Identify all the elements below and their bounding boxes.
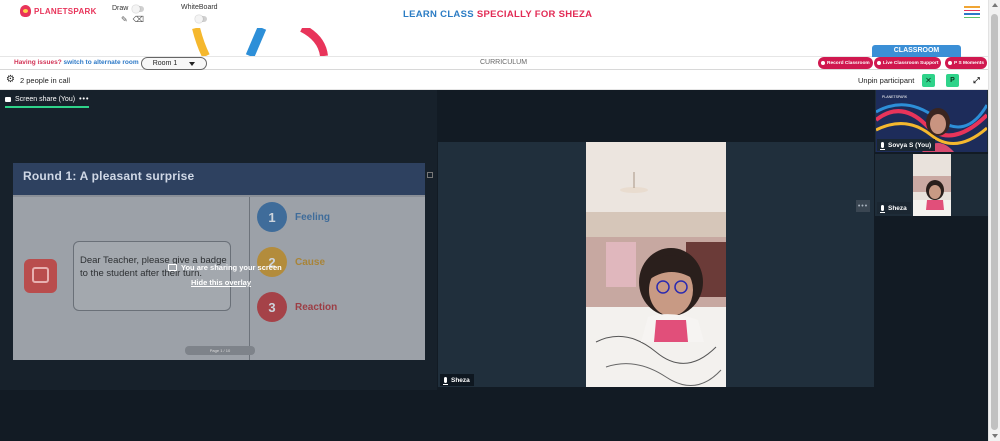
step-label: Reaction [295, 301, 338, 313]
record-icon [821, 61, 825, 65]
call-bar: ⚙ 2 people in call Unpin participant ✕ P… [0, 71, 988, 90]
whiteboard-toggle[interactable] [195, 15, 207, 23]
logo-text: PLANETSPARK [34, 6, 97, 16]
hide-overlay-link[interactable]: Hide this overlay [191, 278, 251, 287]
support-icon [877, 61, 881, 65]
slide-scroll-handle[interactable] [427, 172, 433, 178]
step-feeling: 1 Feeling [257, 201, 407, 233]
page-title-part1: LEARN CLASS [403, 9, 474, 20]
live-support-button[interactable]: Live Classroom Support [874, 57, 942, 69]
record-classroom-button[interactable]: Record Classroom [818, 57, 873, 69]
participant-p-button[interactable]: P [946, 74, 959, 87]
mic-icon [443, 377, 448, 385]
record-classroom-label: Record Classroom [827, 60, 870, 66]
gear-icon[interactable]: ⚙ [6, 75, 15, 85]
curriculum-tab[interactable]: CURRICULUM [480, 59, 527, 66]
participant-name: Sheza [451, 376, 470, 384]
scroll-down-icon[interactable] [992, 434, 998, 438]
step-number: 3 [257, 292, 287, 322]
eraser-icon[interactable]: ⌫ [133, 15, 144, 24]
mic-icon [880, 142, 885, 150]
screen-share-pane: Screen share (You) ••• Round 1: A pleasa… [0, 90, 437, 390]
page-title: LEARN CLASS SPECIALLY FOR SHEZA [403, 9, 592, 20]
ps-moments-label: P S Moments [954, 60, 985, 66]
whiteboard-label: WhiteBoard [181, 4, 218, 11]
mic-icon [880, 205, 885, 213]
page-scrollbar[interactable] [988, 0, 1000, 441]
people-count: 2 people in call [20, 76, 71, 85]
switch-room-link[interactable]: switch to alternate room [64, 59, 139, 66]
classroom-tab[interactable]: CLASSROOM [872, 45, 961, 57]
step-label: Cause [295, 256, 326, 268]
video-stage: Screen share (You) ••• Round 1: A pleasa… [0, 90, 988, 441]
monitor-icon [5, 97, 11, 102]
screen-share-tab[interactable]: Screen share (You) ••• [5, 94, 90, 108]
step-number: 2 [257, 247, 287, 277]
step-cause: 2 Cause [257, 246, 407, 278]
more-options-icon[interactable]: ••• [856, 200, 870, 212]
unpin-participant-label: Unpin participant [858, 76, 915, 85]
slide-title: Round 1: A pleasant surprise [23, 169, 195, 183]
slide-header: Round 1: A pleasant surprise [13, 163, 425, 195]
screen-share-label: Screen share (You) [15, 96, 76, 103]
monitor-icon [168, 264, 177, 271]
scroll-thumb[interactable] [991, 14, 998, 430]
tile-logo-text: PLANETSPARK [882, 95, 908, 99]
draw-toggle[interactable] [132, 4, 145, 13]
issues-text: Having issues? [14, 59, 62, 66]
ps-moments-button[interactable]: P S Moments [945, 57, 988, 69]
participant-tile-sheza[interactable]: Sheza [875, 154, 988, 216]
speech-bubble: Dear Teacher, please give a badge to the… [73, 241, 231, 311]
logo-mark-icon [20, 5, 31, 17]
page-title-part2: SPECIALLY FOR SHEZA [476, 9, 593, 20]
whiteboard-group: WhiteBoard [181, 4, 218, 24]
sharing-message-text: You are sharing your screen [181, 263, 282, 272]
top-bar: PLANETSPARK Draw ✎ ⌫ WhiteBoard LEARN CL… [0, 0, 988, 56]
participant-video-sheza [586, 142, 726, 387]
close-icon[interactable]: ✕ [922, 74, 935, 87]
participant-tile-sovya[interactable]: PLANETSPARK Sovya S (You) [875, 90, 988, 152]
draw-label: Draw [112, 5, 129, 12]
pencil-icon[interactable]: ✎ [121, 15, 128, 24]
robot-icon [24, 259, 57, 293]
main-name-chip: Sheza [440, 374, 474, 386]
decorative-swoosh [192, 28, 328, 56]
menu-icon[interactable] [964, 6, 980, 20]
live-support-label: Live Classroom Support [883, 60, 939, 66]
draw-group: Draw ✎ ⌫ [112, 4, 145, 24]
participant-video-sheza-small [913, 154, 951, 216]
scroll-up-icon[interactable] [992, 3, 998, 7]
step-reaction: 3 Reaction [257, 291, 407, 323]
room-select-value: Room 1 [152, 60, 178, 67]
sharing-overlay-message: You are sharing your screen [168, 263, 282, 272]
shared-slide: Round 1: A pleasant surprise Dear Teache… [13, 163, 425, 360]
info-bar: Having issues? switch to alternate room … [0, 45, 988, 70]
caret-down-icon [189, 61, 196, 66]
step-label: Feeling [295, 211, 331, 223]
step-number: 1 [257, 202, 287, 232]
moments-icon [948, 61, 952, 65]
expand-icon[interactable]: ⤢ [970, 74, 983, 87]
room-select[interactable]: Room 1 [141, 57, 207, 70]
participant-name: Sovya S (You) [888, 141, 932, 149]
sheza-name-chip: Sheza [877, 202, 911, 214]
planetspark-logo: PLANETSPARK [20, 5, 97, 17]
more-options-icon[interactable]: ••• [79, 96, 89, 103]
pager-text: Page 1 / 10 [209, 348, 231, 353]
participant-name: Sheza [888, 204, 907, 212]
main-participant-tile[interactable]: Sheza ••• [438, 142, 874, 387]
sovya-name-chip: Sovya S (You) [877, 139, 936, 151]
issues-notice: Having issues? switch to alternate room [14, 59, 139, 66]
app-root: PLANETSPARK Draw ✎ ⌫ WhiteBoard LEARN CL… [0, 0, 1000, 441]
slide-pager[interactable]: Page 1 / 10 [185, 346, 255, 355]
